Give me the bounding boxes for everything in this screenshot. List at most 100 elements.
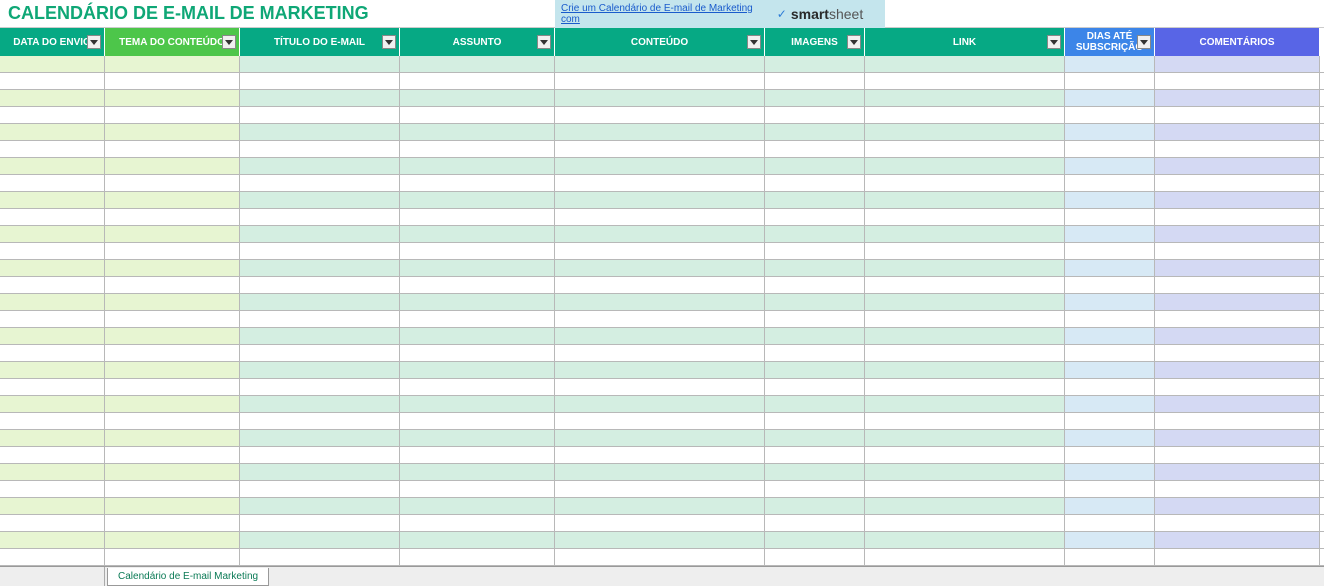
table-cell[interactable] (400, 379, 555, 395)
table-cell[interactable] (1065, 328, 1155, 344)
table-cell[interactable] (240, 311, 400, 327)
table-cell[interactable] (0, 311, 105, 327)
table-cell[interactable] (105, 107, 240, 123)
table-cell[interactable] (765, 124, 865, 140)
table-cell[interactable] (1155, 107, 1320, 123)
table-cell[interactable] (1155, 549, 1320, 565)
table-cell[interactable] (865, 124, 1065, 140)
table-cell[interactable] (0, 328, 105, 344)
table-cell[interactable] (105, 277, 240, 293)
table-cell[interactable] (240, 107, 400, 123)
table-cell[interactable] (1155, 141, 1320, 157)
table-cell[interactable] (555, 73, 765, 89)
table-cell[interactable] (1065, 396, 1155, 412)
table-cell[interactable] (555, 328, 765, 344)
table-cell[interactable] (765, 532, 865, 548)
table-cell[interactable] (105, 56, 240, 72)
table-cell[interactable] (240, 226, 400, 242)
table-cell[interactable] (105, 90, 240, 106)
table-cell[interactable] (1065, 192, 1155, 208)
table-cell[interactable] (1065, 294, 1155, 310)
table-cell[interactable] (0, 396, 105, 412)
table-cell[interactable] (765, 481, 865, 497)
table-cell[interactable] (1065, 260, 1155, 276)
table-cell[interactable] (1155, 209, 1320, 225)
table-cell[interactable] (240, 260, 400, 276)
table-cell[interactable] (240, 430, 400, 446)
table-cell[interactable] (1065, 73, 1155, 89)
table-cell[interactable] (1065, 209, 1155, 225)
table-cell[interactable] (865, 345, 1065, 361)
table-cell[interactable] (0, 498, 105, 514)
table-cell[interactable] (105, 515, 240, 531)
table-cell[interactable] (1065, 311, 1155, 327)
table-cell[interactable] (0, 277, 105, 293)
table-cell[interactable] (400, 175, 555, 191)
table-cell[interactable] (400, 141, 555, 157)
table-cell[interactable] (865, 192, 1065, 208)
table-cell[interactable] (865, 209, 1065, 225)
table-cell[interactable] (555, 226, 765, 242)
table-cell[interactable] (1155, 277, 1320, 293)
table-cell[interactable] (765, 107, 865, 123)
table-cell[interactable] (240, 447, 400, 463)
table-cell[interactable] (240, 56, 400, 72)
table-cell[interactable] (865, 498, 1065, 514)
table-cell[interactable] (1065, 447, 1155, 463)
table-cell[interactable] (765, 175, 865, 191)
table-cell[interactable] (1065, 226, 1155, 242)
table-cell[interactable] (555, 175, 765, 191)
table-cell[interactable] (105, 124, 240, 140)
table-cell[interactable] (240, 90, 400, 106)
table-cell[interactable] (1065, 498, 1155, 514)
table-cell[interactable] (865, 294, 1065, 310)
table-cell[interactable] (400, 107, 555, 123)
table-cell[interactable] (1155, 124, 1320, 140)
table-cell[interactable] (0, 294, 105, 310)
table-cell[interactable] (555, 90, 765, 106)
table-cell[interactable] (0, 107, 105, 123)
table-cell[interactable] (1065, 175, 1155, 191)
table-cell[interactable] (400, 515, 555, 531)
table-cell[interactable] (765, 277, 865, 293)
table-cell[interactable] (0, 430, 105, 446)
table-cell[interactable] (0, 243, 105, 259)
table-cell[interactable] (0, 481, 105, 497)
table-cell[interactable] (400, 498, 555, 514)
table-cell[interactable] (765, 515, 865, 531)
table-cell[interactable] (105, 447, 240, 463)
table-cell[interactable] (105, 328, 240, 344)
table-cell[interactable] (240, 345, 400, 361)
table-cell[interactable] (240, 209, 400, 225)
table-cell[interactable] (0, 209, 105, 225)
table-cell[interactable] (0, 226, 105, 242)
table-cell[interactable] (865, 107, 1065, 123)
table-cell[interactable] (105, 175, 240, 191)
table-cell[interactable] (765, 226, 865, 242)
filter-dropdown-icon[interactable] (847, 35, 861, 49)
table-cell[interactable] (555, 464, 765, 480)
table-cell[interactable] (1065, 532, 1155, 548)
table-cell[interactable] (555, 243, 765, 259)
filter-dropdown-icon[interactable] (747, 35, 761, 49)
filter-dropdown-icon[interactable] (382, 35, 396, 49)
table-cell[interactable] (865, 73, 1065, 89)
table-cell[interactable] (105, 243, 240, 259)
table-cell[interactable] (240, 481, 400, 497)
table-cell[interactable] (1065, 243, 1155, 259)
table-cell[interactable] (105, 396, 240, 412)
table-cell[interactable] (240, 294, 400, 310)
table-cell[interactable] (765, 209, 865, 225)
table-cell[interactable] (400, 56, 555, 72)
table-cell[interactable] (765, 396, 865, 412)
table-cell[interactable] (865, 447, 1065, 463)
table-cell[interactable] (1065, 379, 1155, 395)
table-cell[interactable] (555, 396, 765, 412)
filter-dropdown-icon[interactable] (1137, 35, 1151, 49)
table-cell[interactable] (0, 413, 105, 429)
table-cell[interactable] (1155, 464, 1320, 480)
table-cell[interactable] (555, 498, 765, 514)
table-cell[interactable] (865, 464, 1065, 480)
table-cell[interactable] (400, 362, 555, 378)
table-cell[interactable] (555, 158, 765, 174)
